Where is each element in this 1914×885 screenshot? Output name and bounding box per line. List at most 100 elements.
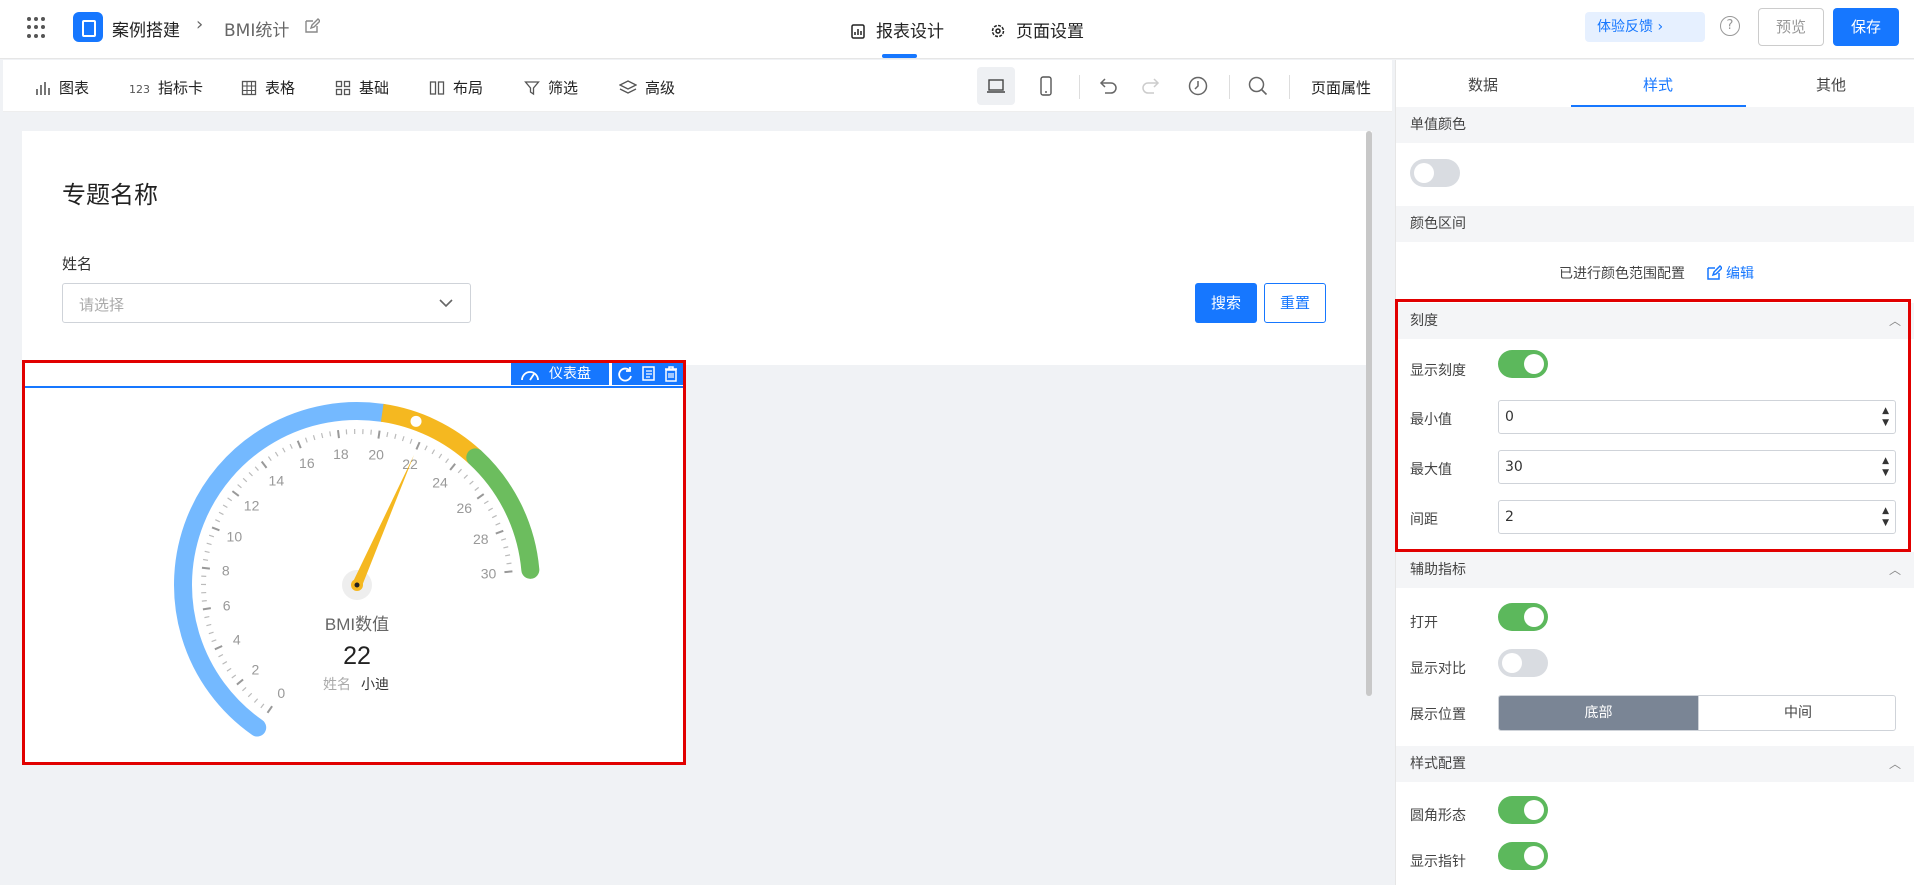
- gauge-major-tick: [201, 566, 211, 570]
- toolbar-layout[interactable]: 布局: [429, 77, 483, 98]
- show-compare-label: 显示对比: [1410, 661, 1466, 677]
- section-assist[interactable]: 辅助指标 ︿: [1396, 552, 1914, 588]
- gauge-minor-tick: [237, 484, 242, 489]
- delete-icon[interactable]: [662, 366, 680, 382]
- toolbar-advanced-label: 高级: [645, 79, 676, 97]
- preview-button[interactable]: 预览: [1758, 8, 1824, 46]
- tab-page-settings[interactable]: 页面设置: [990, 17, 1084, 42]
- gauge-tick-label: 10: [227, 528, 243, 544]
- edit-label: 编辑: [1726, 266, 1754, 282]
- top-bar: 案例搭建 › BMI统计 报表设计 页面设置 体验反馈 › ? 预览 保存: [0, 0, 1914, 59]
- widget-type-tag: 仪表盘: [511, 363, 609, 385]
- position-middle-option[interactable]: 中间: [1698, 696, 1895, 730]
- toolbar-indicator-label: 指标卡: [158, 79, 204, 97]
- toolbar-divider: [1229, 75, 1230, 99]
- toolbar-basic[interactable]: 基础: [335, 77, 389, 98]
- assist-open-label: 打开: [1410, 615, 1438, 631]
- toolbar-table[interactable]: 表格: [241, 77, 295, 98]
- position-bottom-option[interactable]: 底部: [1499, 696, 1698, 730]
- gauge-tick-label: 28: [473, 531, 489, 547]
- gauge-minor-tick: [208, 534, 215, 538]
- feedback-button[interactable]: 体验反馈 ›: [1585, 12, 1705, 42]
- gauge-minor-tick: [206, 542, 212, 546]
- columns-icon: [429, 81, 445, 95]
- gauge-minor-tick: [491, 514, 497, 519]
- gauge-minor-tick: [208, 631, 214, 635]
- color-range-status: 已进行颜色范围配置: [1559, 266, 1685, 282]
- gauge-tick-label: 26: [456, 500, 472, 516]
- toolbar-filter[interactable]: 筛选: [524, 77, 578, 98]
- gauge-widget[interactable]: 仪表盘 024681012141618202224262830BMI数值22姓名…: [22, 360, 686, 765]
- undo-icon[interactable]: [1097, 75, 1119, 97]
- position-segmented: 底部 中间: [1498, 695, 1896, 731]
- gauge-major-tick: [202, 607, 211, 611]
- gauge-minor-tick: [329, 431, 332, 437]
- gauge-minor-tick: [204, 550, 210, 553]
- phone-icon: [1040, 76, 1052, 96]
- color-range-edit-link[interactable]: 编辑: [1706, 263, 1754, 283]
- gauge-minor-tick: [503, 546, 509, 549]
- section-color-range: 颜色区间: [1396, 206, 1914, 242]
- tab-data[interactable]: 数据: [1468, 74, 1498, 95]
- help-icon[interactable]: ?: [1720, 16, 1740, 36]
- history-clock-icon[interactable]: [1187, 75, 1209, 97]
- section-title: 颜色区间: [1410, 216, 1466, 232]
- apps-grid-icon[interactable]: [27, 17, 49, 39]
- single-color-toggle[interactable]: [1410, 159, 1460, 187]
- breadcrumb-page: BMI统计: [224, 21, 290, 41]
- gauge-minor-tick: [431, 449, 436, 455]
- gauge-minor-tick: [222, 504, 228, 509]
- select-placeholder: 请选择: [79, 296, 125, 314]
- gauge-minor-tick: [202, 558, 209, 561]
- copy-icon[interactable]: [639, 366, 657, 382]
- table-icon: [241, 80, 257, 96]
- desktop-view-button[interactable]: [977, 67, 1015, 105]
- tab-style[interactable]: 样式: [1643, 74, 1673, 95]
- reset-button[interactable]: 重置: [1264, 283, 1326, 323]
- name-select[interactable]: 请选择: [62, 283, 471, 323]
- round-toggle[interactable]: [1498, 796, 1548, 824]
- redo-icon[interactable]: [1140, 75, 1162, 97]
- page-attributes-button[interactable]: 页面属性: [1311, 77, 1371, 98]
- section-title: 辅助指标: [1410, 562, 1466, 578]
- toolbar-chart[interactable]: 图表: [35, 77, 89, 98]
- refresh-icon[interactable]: [616, 366, 634, 382]
- search-icon[interactable]: [1247, 75, 1269, 97]
- gauge-major-tick: [415, 441, 421, 450]
- round-label: 圆角形态: [1410, 808, 1466, 824]
- layers-icon: [618, 80, 638, 94]
- show-pointer-label: 显示指针: [1410, 854, 1466, 870]
- edit-icon[interactable]: [304, 18, 320, 34]
- gauge-tick-label: 6: [223, 598, 231, 614]
- gauge-minor-tick: [218, 511, 224, 516]
- feedback-label: 体验反馈: [1597, 19, 1653, 35]
- gauge-minor-tick: [424, 445, 428, 451]
- canvas-scrollbar[interactable]: [1366, 131, 1372, 696]
- show-compare-toggle[interactable]: [1498, 649, 1548, 677]
- mobile-view-button[interactable]: [1027, 67, 1065, 105]
- gauge-major-tick: [214, 645, 223, 651]
- tab-other[interactable]: 其他: [1816, 74, 1846, 95]
- show-pointer-toggle[interactable]: [1498, 842, 1548, 870]
- gauge-sub-key: 姓名: [323, 676, 351, 692]
- gauge-minor-tick: [320, 432, 324, 439]
- gauge-major-tick: [236, 678, 244, 686]
- search-button[interactable]: 搜索: [1195, 283, 1257, 323]
- section-style-config[interactable]: 样式配置 ︿: [1396, 746, 1914, 782]
- gauge-major-tick: [211, 526, 220, 532]
- toolbar-indicator[interactable]: 123 指标卡: [129, 77, 203, 98]
- tab-report-design[interactable]: 报表设计: [850, 17, 944, 42]
- widgets-icon: [335, 80, 351, 96]
- gauge-minor-tick: [242, 477, 248, 483]
- assist-open-toggle[interactable]: [1498, 603, 1548, 631]
- gauge-pointer: [352, 454, 415, 588]
- gauge-tick-label: 0: [277, 685, 285, 701]
- gauge-minor-tick: [253, 698, 259, 703]
- save-button[interactable]: 保存: [1833, 8, 1899, 46]
- gauge-minor-tick: [469, 480, 474, 485]
- gauge-tick-label: 30: [481, 565, 497, 581]
- gauge-major-tick: [266, 705, 273, 714]
- gauge-minor-tick: [227, 497, 233, 502]
- toolbar-advanced[interactable]: 高级: [618, 77, 676, 98]
- breadcrumb-app[interactable]: 案例搭建: [112, 16, 180, 41]
